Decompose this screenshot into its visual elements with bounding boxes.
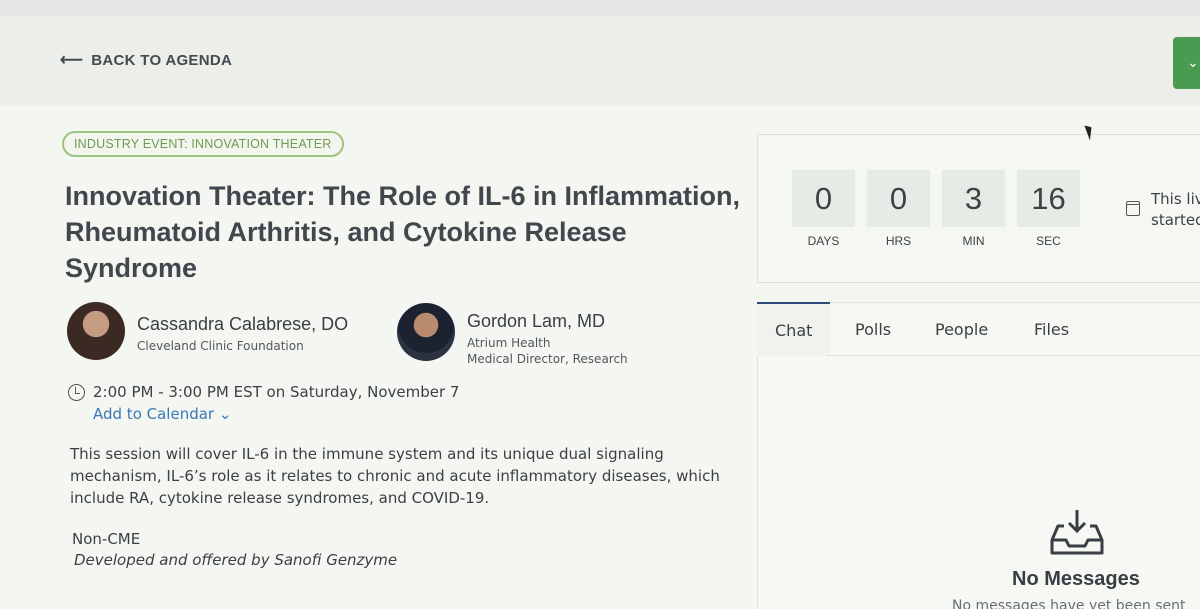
sponsor-label: Developed and offered by Sanofi Genzyme	[74, 551, 398, 569]
arrow-left-icon: ⟵	[60, 52, 84, 69]
empty-state-subtitle: No messages have yet been sent	[952, 598, 1186, 609]
speaker-avatar	[67, 302, 125, 360]
speaker-org: Atrium Health	[467, 336, 551, 350]
tab-chat[interactable]: Chat	[757, 302, 831, 356]
countdown-hours: 0 HRS	[867, 170, 930, 248]
countdown-days-value: 0	[792, 170, 855, 227]
countdown-days-label: DAYS	[807, 234, 840, 248]
credit-label: Non-CME	[72, 530, 141, 548]
session-description: This session will cover IL-6 in the immu…	[70, 445, 720, 507]
countdown-seconds-label: SEC	[1036, 234, 1061, 248]
panel-tabs: Chat Polls People Files	[757, 302, 1200, 356]
back-to-agenda-label: BACK TO AGENDA	[91, 51, 233, 69]
session-title: Innovation Theater: The Role of IL-6 in …	[65, 181, 741, 283]
countdown-minutes-value: 3	[942, 170, 1005, 227]
add-to-calendar-link[interactable]: Add to Calendar ⌄	[93, 405, 231, 423]
tab-people[interactable]: People	[935, 302, 988, 356]
live-status-line: This liv	[1151, 190, 1200, 208]
back-to-agenda-link[interactable]: ⟵ BACK TO AGENDA	[60, 50, 232, 70]
speaker-role: Medical Director, Research	[467, 352, 628, 366]
countdown-minutes: 3 MIN	[942, 170, 1005, 248]
add-to-calendar-label: Add to Calendar	[93, 405, 215, 423]
speaker-avatar	[397, 303, 455, 361]
countdown-days: 0 DAYS	[792, 170, 855, 248]
live-status-text: This liv started	[1151, 189, 1200, 231]
top-strip	[0, 0, 1200, 16]
chevron-down-icon: ⌄	[1187, 55, 1199, 71]
speaker-name: Cassandra Calabrese, DO	[137, 314, 349, 334]
countdown-minutes-label: MIN	[962, 234, 985, 248]
session-time-text: 2:00 PM - 3:00 PM EST on Saturday, Novem…	[93, 383, 460, 401]
session-time: 2:00 PM - 3:00 PM EST on Saturday, Novem…	[68, 383, 459, 401]
countdown-hours-label: HRS	[885, 234, 912, 248]
live-status-line: started	[1151, 211, 1200, 229]
countdown-hours-value: 0	[867, 170, 930, 227]
empty-state-title: No Messages	[1012, 568, 1140, 590]
countdown-seconds-value: 16	[1017, 170, 1080, 227]
tab-polls[interactable]: Polls	[855, 302, 891, 356]
menu-toggle-button[interactable]: ⌄	[1173, 37, 1200, 89]
speaker-card[interactable]: Cassandra Calabrese, DO Cleveland Clinic…	[67, 302, 348, 360]
tabs-divider	[827, 355, 1200, 356]
speaker-card[interactable]: Gordon Lam, MD Atrium Health Medical Dir…	[397, 303, 628, 367]
countdown-seconds: 16 SEC	[1017, 170, 1080, 248]
speaker-name: Gordon Lam, MD	[467, 311, 606, 331]
inbox-download-icon	[1050, 510, 1104, 555]
tab-files[interactable]: Files	[1034, 302, 1069, 356]
chevron-down-icon: ⌄	[218, 405, 232, 423]
clock-icon	[68, 383, 85, 401]
calendar-icon	[1126, 201, 1140, 216]
speaker-org: Cleveland Clinic Foundation	[137, 339, 304, 353]
session-type-tag: INDUSTRY EVENT: INNOVATION THEATER	[62, 131, 344, 157]
